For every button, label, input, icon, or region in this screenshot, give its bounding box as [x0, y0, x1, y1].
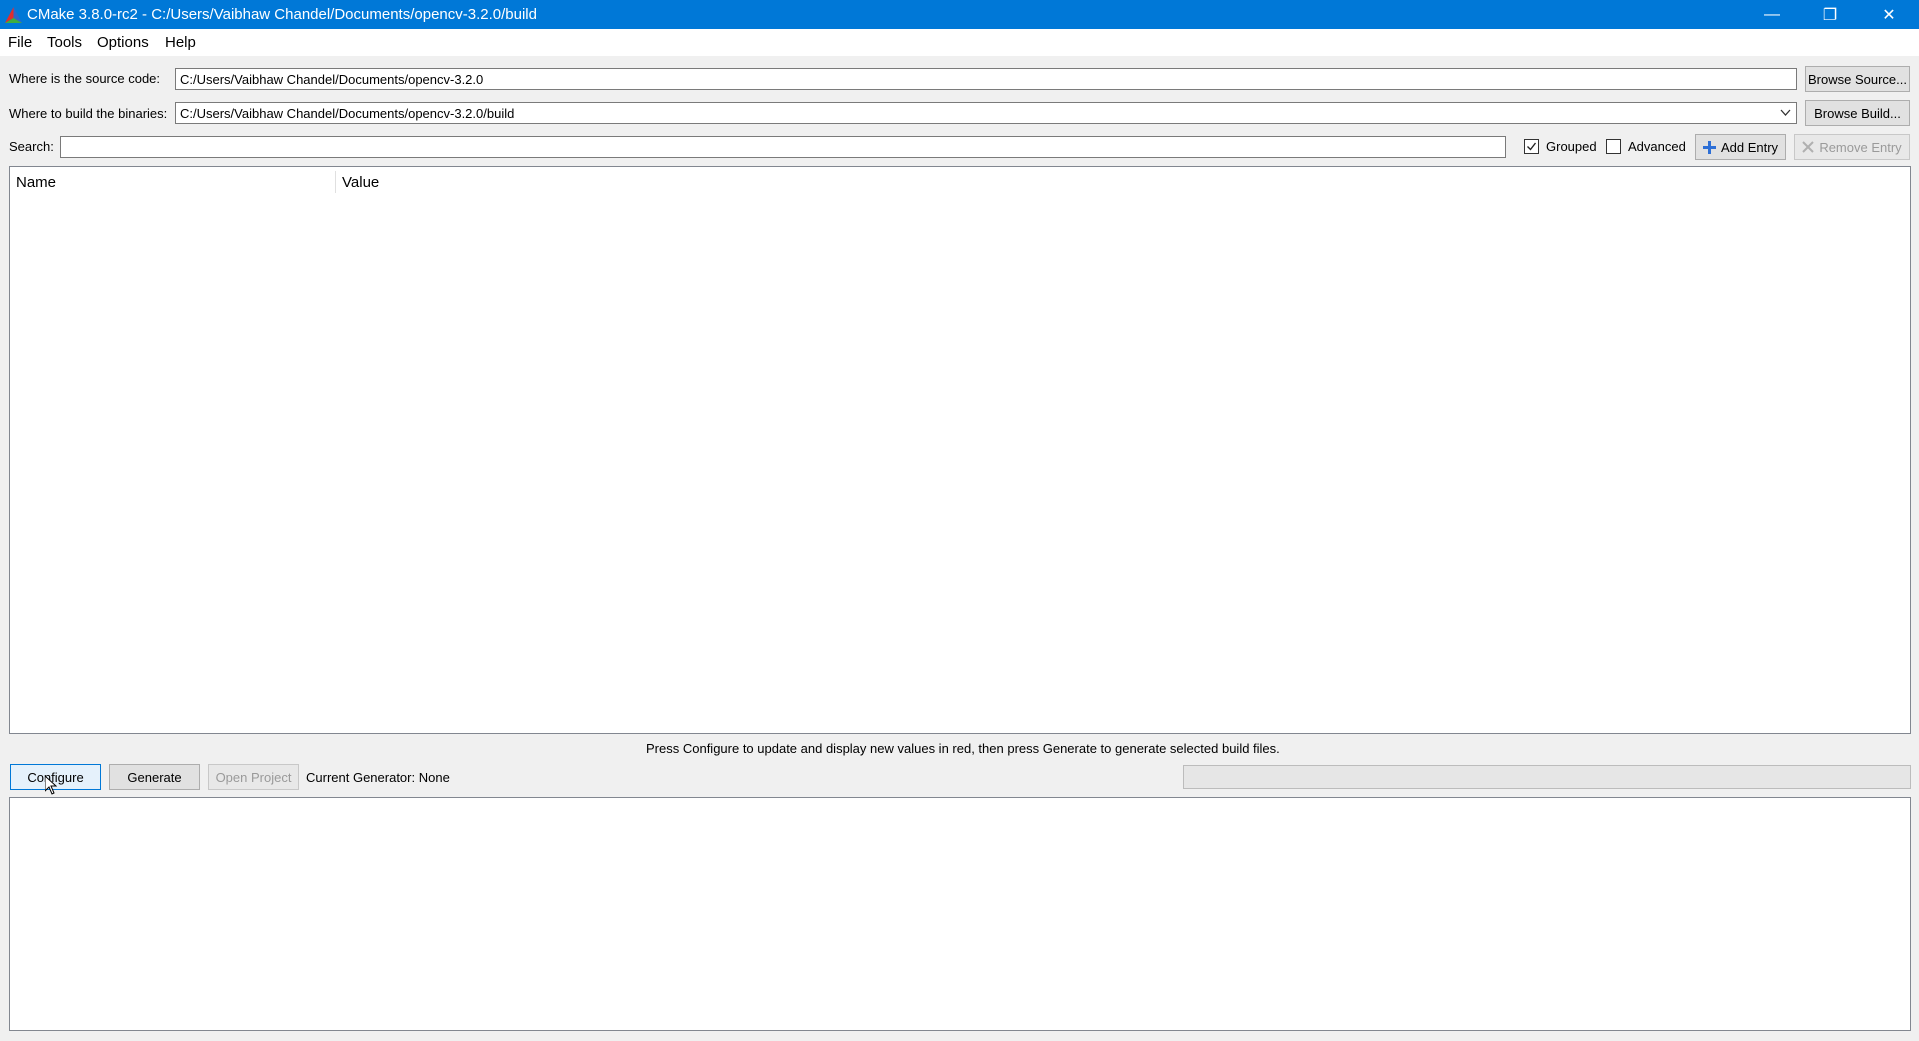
grouped-label: Grouped [1546, 139, 1597, 154]
close-button[interactable]: ✕ [1859, 0, 1919, 29]
build-label: Where to build the binaries: [9, 106, 168, 121]
browse-source-button[interactable]: Browse Source... [1805, 66, 1910, 92]
remove-entry-button[interactable]: Remove Entry [1794, 134, 1910, 160]
remove-icon [1802, 141, 1815, 153]
add-entry-label: Add Entry [1720, 139, 1779, 155]
menu-tools[interactable]: Tools [47, 34, 82, 51]
column-header-name[interactable]: Name [10, 167, 335, 197]
status-message: Press Configure to update and display ne… [646, 741, 1280, 756]
build-path-combobox[interactable]: C:/Users/Vaibhaw Chandel/Documents/openc… [175, 102, 1797, 124]
menu-bar: File Tools Options Help [0, 29, 1919, 56]
remove-entry-label: Remove Entry [1819, 139, 1902, 155]
cache-entries-table[interactable]: Name Value [9, 166, 1911, 734]
current-generator: Current Generator: None [306, 770, 450, 785]
mouse-cursor-icon [45, 776, 57, 795]
add-entry-button[interactable]: Add Entry [1695, 134, 1786, 160]
close-icon: ✕ [1882, 6, 1896, 24]
output-log[interactable] [9, 797, 1911, 1031]
restore-icon: ❐ [1822, 6, 1838, 24]
source-label: Where is the source code: [9, 71, 161, 86]
search-input[interactable] [60, 136, 1506, 158]
plus-icon [1702, 140, 1716, 154]
advanced-checkbox[interactable] [1606, 139, 1621, 154]
menu-help[interactable]: Help [165, 34, 196, 51]
generate-button[interactable]: Generate [109, 764, 200, 790]
progress-bar [1183, 765, 1911, 789]
minimize-button[interactable]: — [1743, 0, 1801, 29]
title-bar[interactable]: CMake 3.8.0-rc2 - C:/Users/Vaibhaw Chand… [0, 0, 1919, 29]
column-header-value[interactable]: Value [336, 167, 736, 197]
search-label: Search: [9, 139, 54, 154]
source-path-input[interactable]: C:/Users/Vaibhaw Chandel/Documents/openc… [175, 68, 1797, 90]
advanced-label: Advanced [1628, 139, 1686, 154]
cmake-logo-icon [5, 7, 22, 23]
menu-options[interactable]: Options [97, 34, 149, 51]
build-path-value: C:/Users/Vaibhaw Chandel/Documents/openc… [180, 106, 515, 121]
checkmark-icon [1527, 142, 1537, 151]
browse-build-button[interactable]: Browse Build... [1805, 100, 1910, 126]
chevron-down-icon[interactable] [1780, 109, 1791, 117]
grouped-checkbox[interactable] [1524, 139, 1539, 154]
menu-file[interactable]: File [8, 34, 32, 51]
open-project-button[interactable]: Open Project [208, 764, 299, 790]
restore-button[interactable]: ❐ [1801, 0, 1859, 29]
window-title: CMake 3.8.0-rc2 - C:/Users/Vaibhaw Chand… [27, 6, 537, 23]
minimize-icon: — [1764, 5, 1780, 23]
